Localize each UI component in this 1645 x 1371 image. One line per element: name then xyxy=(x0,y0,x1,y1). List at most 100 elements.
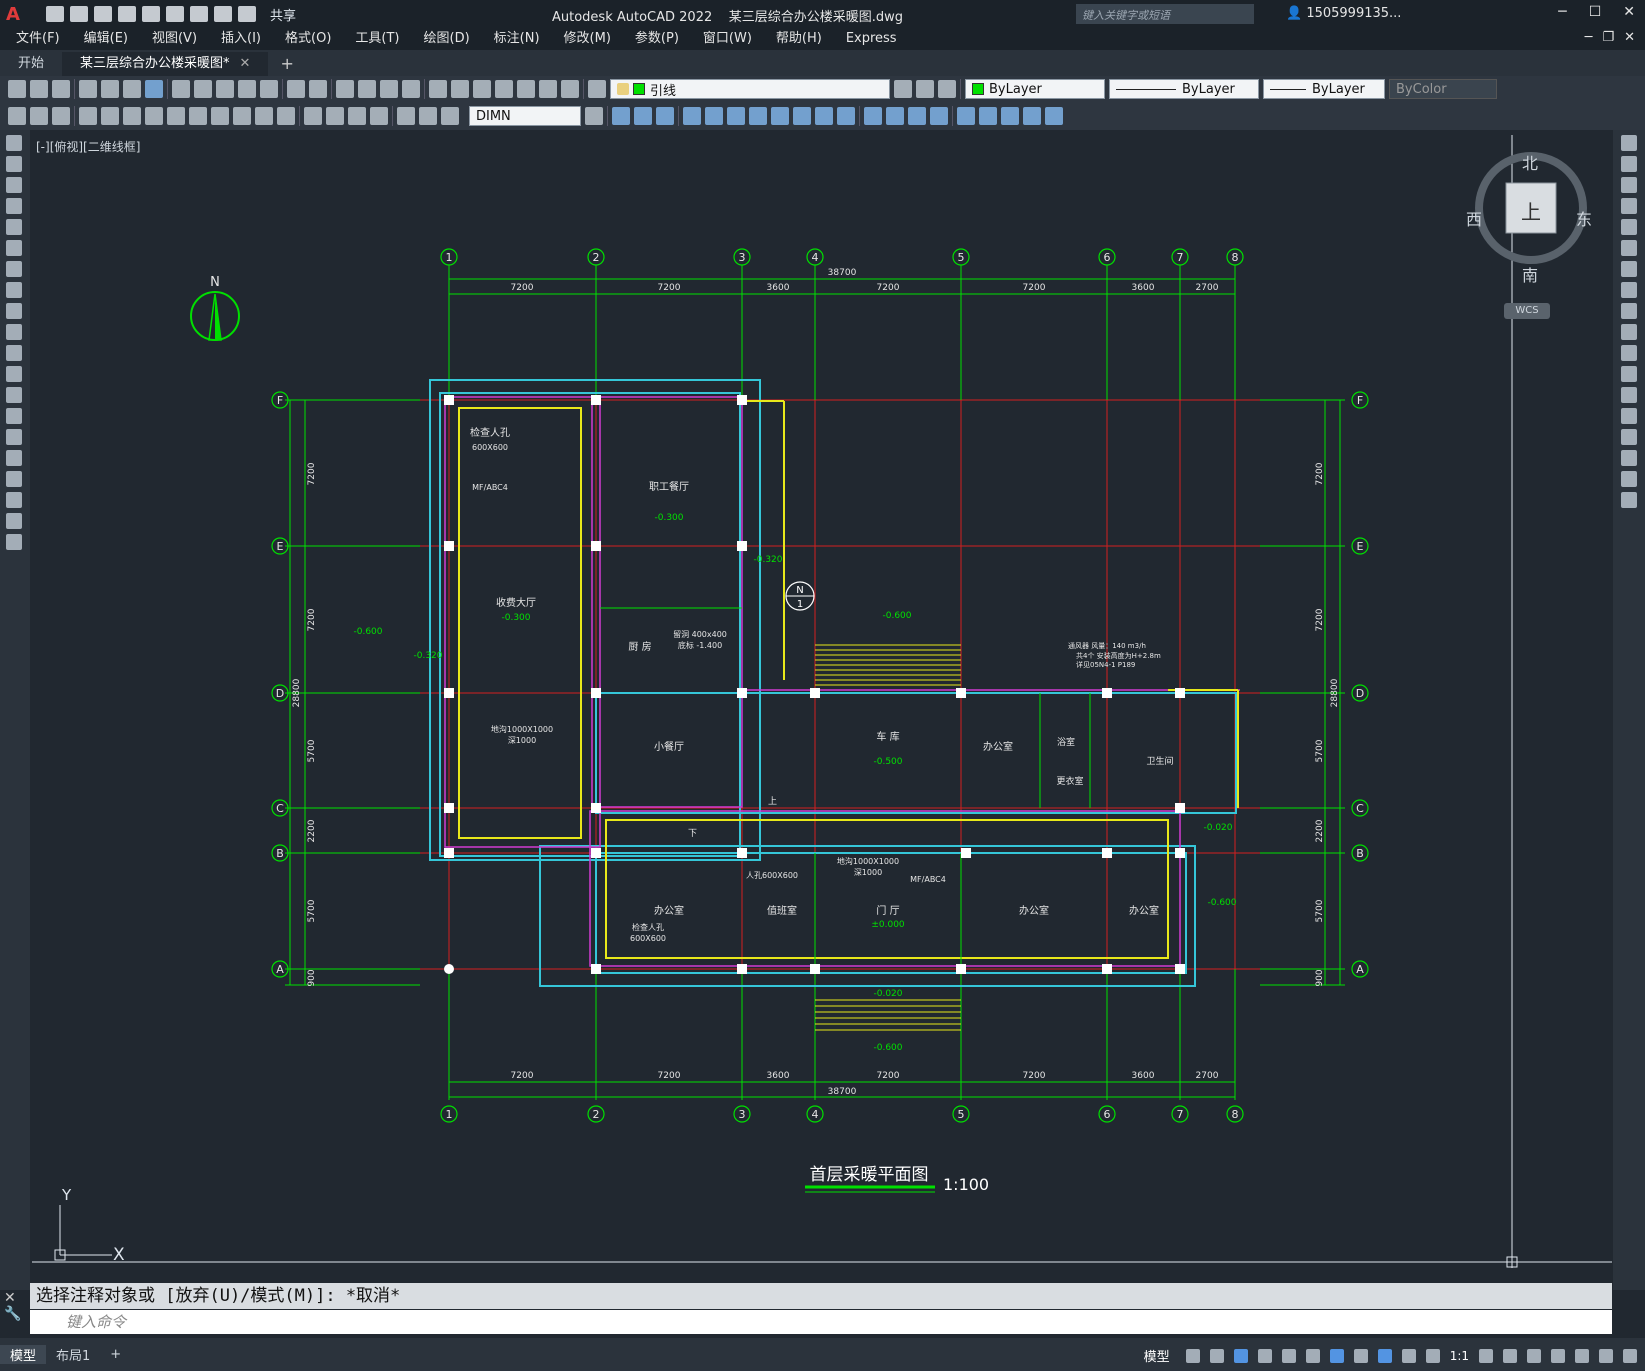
dim-text-edit-icon[interactable] xyxy=(419,107,437,125)
tab-drawing[interactable]: 某三层综合办公楼采暖图* ✕ xyxy=(62,52,269,76)
qnew-icon[interactable] xyxy=(8,80,26,98)
paste-icon[interactable] xyxy=(216,80,234,98)
table-icon[interactable] xyxy=(6,492,22,508)
taper-faces-icon[interactable] xyxy=(793,107,811,125)
menu-item[interactable]: 参数(P) xyxy=(635,28,679,50)
dim-space-icon[interactable] xyxy=(255,107,273,125)
region-icon[interactable] xyxy=(6,471,22,487)
command-close-icon[interactable]: ✕ xyxy=(4,1290,26,1306)
compass-west[interactable]: 西 xyxy=(1466,206,1482,230)
help-icon[interactable] xyxy=(561,80,579,98)
section-plane-icon[interactable] xyxy=(1001,107,1019,125)
clean-screen-icon[interactable] xyxy=(1599,1348,1613,1363)
isolate-objects-icon[interactable] xyxy=(1575,1348,1589,1363)
compass-east[interactable]: 东 xyxy=(1576,206,1592,230)
annotation-visibility-icon[interactable] xyxy=(1377,1348,1392,1363)
dim-arc-icon[interactable] xyxy=(52,107,70,125)
join-icon[interactable] xyxy=(1621,408,1637,424)
construction-line-icon[interactable] xyxy=(6,156,22,172)
color-faces-icon[interactable] xyxy=(837,107,855,125)
scale-icon[interactable] xyxy=(1621,282,1637,298)
imprint-icon[interactable] xyxy=(864,107,882,125)
separate-icon[interactable] xyxy=(908,107,926,125)
solid-subtract-icon[interactable] xyxy=(634,107,652,125)
snap-icon[interactable] xyxy=(1209,1348,1224,1363)
doc-restore-icon[interactable]: ❐ xyxy=(1602,30,1614,45)
object-snap-tracking-icon[interactable] xyxy=(1305,1348,1320,1363)
layer-properties-icon[interactable] xyxy=(588,80,606,98)
dim-update-icon[interactable] xyxy=(441,107,459,125)
markup-icon[interactable] xyxy=(517,80,535,98)
new-icon[interactable] xyxy=(46,6,64,22)
ellipse-icon[interactable] xyxy=(6,324,22,340)
compass-south[interactable]: 南 xyxy=(1522,262,1538,286)
stretch-icon[interactable] xyxy=(1621,303,1637,319)
add-layout-icon[interactable]: + xyxy=(100,1347,131,1362)
undo-icon[interactable] xyxy=(214,6,232,22)
polar-icon[interactable] xyxy=(1257,1348,1272,1363)
wcs-menu[interactable]: WCS xyxy=(1504,303,1550,319)
maximize-icon[interactable]: ☐ xyxy=(1589,4,1602,20)
menu-item[interactable]: 绘图(D) xyxy=(424,28,470,50)
doc-close-icon[interactable]: ✕ xyxy=(1624,30,1635,45)
menu-item[interactable]: 标注(N) xyxy=(494,28,540,50)
offset-icon[interactable] xyxy=(1621,198,1637,214)
dimstyle-dropdown[interactable]: DIMN xyxy=(469,106,581,126)
preview-icon[interactable] xyxy=(101,80,119,98)
upload-icon[interactable] xyxy=(166,6,184,22)
dim-aligned-icon[interactable] xyxy=(30,107,48,125)
grid-icon[interactable] xyxy=(1185,1348,1200,1363)
shell-icon[interactable] xyxy=(930,107,948,125)
share-button[interactable]: 共享 xyxy=(270,5,296,24)
zoom-previous-icon[interactable] xyxy=(402,80,420,98)
autocad-logo-icon[interactable]: A xyxy=(0,0,26,28)
annotation-scale-icon[interactable] xyxy=(1425,1348,1440,1363)
pan-icon[interactable] xyxy=(336,80,354,98)
hatch-icon[interactable] xyxy=(6,429,22,445)
ortho-icon[interactable] xyxy=(1233,1348,1248,1363)
ellipse-arc-icon[interactable] xyxy=(6,345,22,361)
cut-icon[interactable] xyxy=(172,80,190,98)
viewcube[interactable]: 北 南 东 西 上 xyxy=(1466,150,1596,285)
new-tab-icon[interactable]: + xyxy=(280,52,293,76)
drawing-canvas[interactable] xyxy=(32,130,1612,1260)
doc-minimize-icon[interactable]: ─ xyxy=(1585,30,1593,45)
rectangle-icon[interactable] xyxy=(6,219,22,235)
web-mobile-icon[interactable] xyxy=(142,6,160,22)
dim-break-icon[interactable] xyxy=(277,107,295,125)
viewport-controls[interactable]: [-][俯视][二维线框] xyxy=(36,138,140,155)
arc-icon[interactable] xyxy=(6,240,22,256)
viewcube-top-face[interactable]: 上 xyxy=(1521,196,1541,225)
dim-style-icon[interactable] xyxy=(585,107,603,125)
break-icon[interactable] xyxy=(1621,387,1637,403)
dim-continue-icon[interactable] xyxy=(233,107,251,125)
tab-close-icon[interactable]: ✕ xyxy=(240,56,251,71)
compass-north[interactable]: 北 xyxy=(1522,150,1538,174)
menu-item[interactable]: 视图(V) xyxy=(152,28,197,50)
close-icon[interactable]: ✕ xyxy=(1623,4,1635,20)
chamfer-icon[interactable] xyxy=(1621,429,1637,445)
menu-item[interactable]: 帮助(H) xyxy=(776,28,822,50)
minimize-icon[interactable]: ─ xyxy=(1558,4,1566,20)
mtext-icon[interactable] xyxy=(6,513,22,529)
color-dropdown[interactable]: ByLayer xyxy=(965,79,1105,99)
extract-edges-icon[interactable] xyxy=(979,107,997,125)
redo-icon[interactable] xyxy=(238,6,256,22)
array-icon[interactable] xyxy=(1621,219,1637,235)
make-block-icon[interactable] xyxy=(6,387,22,403)
add-selected-icon[interactable] xyxy=(6,534,22,550)
extrude-faces-icon[interactable] xyxy=(683,107,701,125)
dim-edit-icon[interactable] xyxy=(397,107,415,125)
spline-icon[interactable] xyxy=(6,303,22,319)
plot-icon[interactable] xyxy=(79,80,97,98)
center-mark-icon[interactable] xyxy=(326,107,344,125)
publish-icon[interactable] xyxy=(123,80,141,98)
zoom-realtime-icon[interactable] xyxy=(358,80,376,98)
tab-layout1[interactable]: 布局1 xyxy=(46,1345,100,1364)
undo-icon[interactable] xyxy=(287,80,305,98)
menu-item[interactable]: Express xyxy=(846,28,897,50)
open-icon[interactable] xyxy=(30,80,48,98)
save-icon[interactable] xyxy=(94,6,112,22)
break-point-icon[interactable] xyxy=(1621,366,1637,382)
menu-item[interactable]: 工具(T) xyxy=(355,28,399,50)
